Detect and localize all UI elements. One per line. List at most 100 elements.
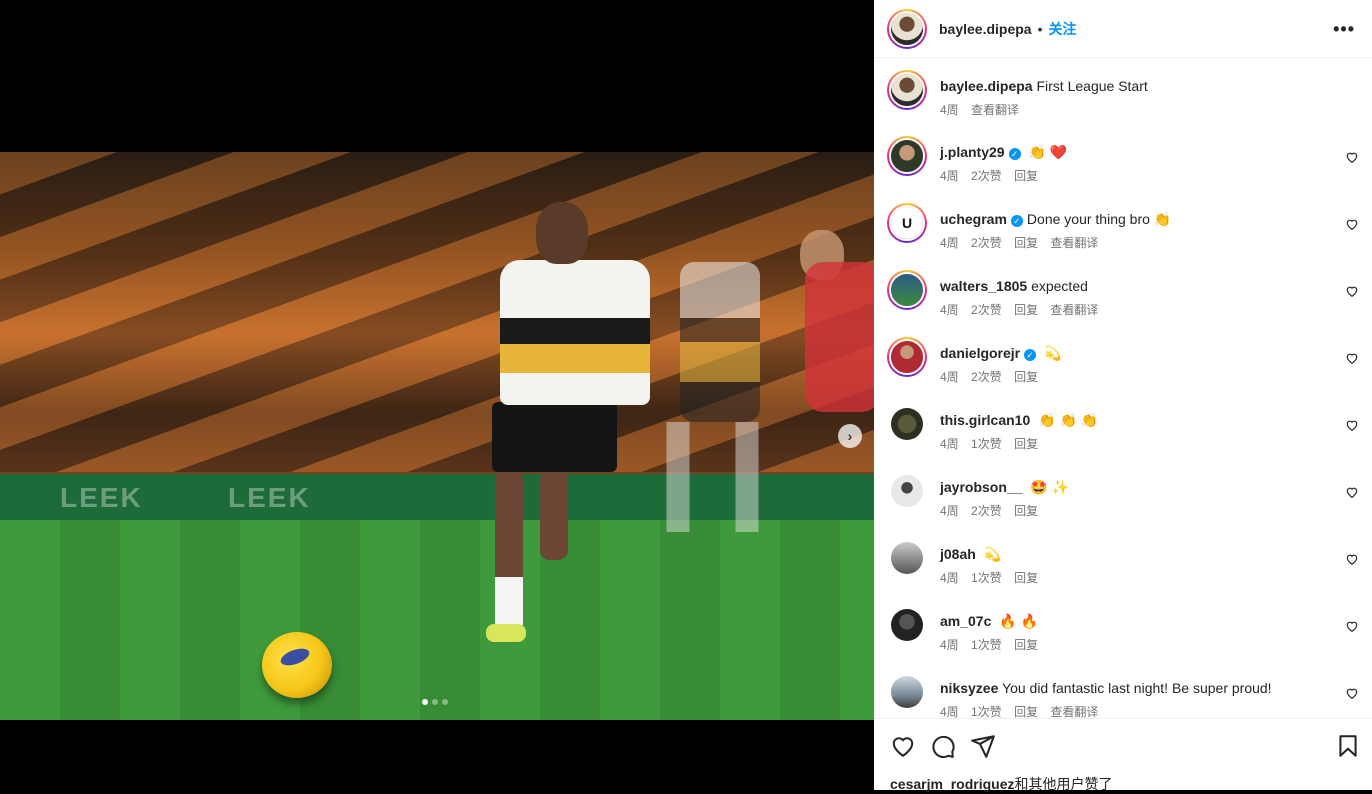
- avatar[interactable]: [887, 136, 927, 176]
- comment-username[interactable]: this.girlcan10: [940, 412, 1030, 428]
- heart-icon[interactable]: [1345, 150, 1359, 164]
- translate-link[interactable]: 查看翻译: [1050, 705, 1098, 718]
- comment-meta: 4周 2次赞 回复: [940, 368, 1047, 385]
- comment-time[interactable]: 4周: [940, 303, 959, 317]
- comment-emoji: 🔥 🔥: [999, 613, 1039, 629]
- likes-count[interactable]: 2次赞: [971, 504, 1002, 518]
- carousel-dots: [422, 699, 448, 705]
- avatar[interactable]: U: [887, 203, 927, 243]
- comment-time[interactable]: 4周: [940, 504, 959, 518]
- comment-username[interactable]: danielgorejr: [940, 345, 1020, 361]
- author-avatar[interactable]: [887, 8, 927, 49]
- translate-link[interactable]: 查看翻译: [1050, 303, 1098, 317]
- comment-time[interactable]: 4周: [940, 370, 959, 384]
- avatar[interactable]: [887, 337, 927, 377]
- reply-button[interactable]: 回复: [1014, 236, 1038, 250]
- likes-count[interactable]: 2次赞: [971, 303, 1002, 317]
- player-head: [536, 202, 588, 264]
- carousel-dot[interactable]: [442, 699, 448, 705]
- post-header: baylee.dipepa • 关注 •••: [874, 0, 1372, 58]
- post-photo[interactable]: LEEK LEEK: [0, 152, 874, 720]
- avatar[interactable]: [891, 408, 923, 440]
- comment-time[interactable]: 4周: [940, 705, 959, 718]
- more-options-icon[interactable]: •••: [1333, 19, 1355, 40]
- comment-username[interactable]: j08ah: [940, 546, 976, 562]
- avatar[interactable]: [891, 542, 923, 574]
- heart-icon[interactable]: [1345, 351, 1359, 365]
- share-icon[interactable]: [970, 733, 996, 759]
- comment-time[interactable]: 4周: [940, 571, 959, 585]
- heart-icon[interactable]: [1345, 418, 1359, 432]
- reply-button[interactable]: 回复: [1014, 571, 1038, 585]
- reply-button[interactable]: 回复: [1014, 370, 1038, 384]
- player-leg: [540, 470, 568, 560]
- heart-icon[interactable]: [1345, 552, 1359, 566]
- comment-time[interactable]: 4周: [940, 437, 959, 451]
- reply-button[interactable]: 回复: [1014, 303, 1038, 317]
- comment-item: j.planty29 ✓ 👏 ❤️ 4周 2次赞 回复: [887, 124, 1359, 184]
- verified-badge-icon: ✓: [1024, 349, 1037, 361]
- comment-emoji: 🤩 ✨: [1030, 479, 1070, 495]
- comment-line: j08ah 💫: [940, 546, 1001, 563]
- heart-icon[interactable]: [1345, 619, 1359, 633]
- comment-username[interactable]: uchegram: [940, 211, 1007, 227]
- comment-line: danielgorejr ✓ 💫: [940, 345, 1062, 362]
- comment-item: j08ah 💫 4周 1次赞 回复: [887, 526, 1359, 586]
- comment-username[interactable]: baylee.dipepa: [940, 78, 1033, 94]
- reply-button[interactable]: 回复: [1014, 437, 1038, 451]
- carousel-dot[interactable]: [422, 699, 428, 705]
- heart-icon[interactable]: [1345, 485, 1359, 499]
- comment-line: jayrobson__ 🤩 ✨: [940, 479, 1069, 496]
- next-slide-button[interactable]: ›: [838, 424, 862, 448]
- likes-count[interactable]: 1次赞: [971, 705, 1002, 718]
- heart-icon[interactable]: [1345, 217, 1359, 231]
- likes-count[interactable]: 1次赞: [971, 437, 1002, 451]
- caption-text: First League Start: [1036, 78, 1148, 94]
- avatar[interactable]: [891, 609, 923, 641]
- banner-text: LEEK: [60, 482, 143, 513]
- heart-icon[interactable]: [1345, 284, 1359, 298]
- save-bookmark-icon[interactable]: [1335, 733, 1361, 759]
- comment-username[interactable]: jayrobson__: [940, 479, 1022, 495]
- comment-meta: 4周 查看翻译: [940, 101, 1028, 118]
- action-bar: cesarjm_rodriguez和其他用户赞了: [874, 718, 1372, 792]
- background-player: [680, 262, 760, 422]
- avatar[interactable]: [887, 270, 927, 310]
- like-heart-icon[interactable]: [890, 733, 916, 759]
- translate-link[interactable]: 查看翻译: [1050, 236, 1098, 250]
- comment-username[interactable]: niksyzee: [940, 680, 998, 696]
- comment-username[interactable]: j.planty29: [940, 144, 1005, 160]
- reply-button[interactable]: 回复: [1014, 169, 1038, 183]
- comments-list[interactable]: baylee.dipepa First League Start 4周 查看翻译…: [874, 58, 1372, 718]
- comment-time[interactable]: 4周: [940, 103, 959, 117]
- comment-time[interactable]: 4周: [940, 169, 959, 183]
- opponent-player: [805, 262, 874, 412]
- carousel-dot[interactable]: [432, 699, 438, 705]
- comment-time[interactable]: 4周: [940, 638, 959, 652]
- comment-meta: 4周 1次赞 回复: [940, 636, 1047, 653]
- reply-button[interactable]: 回复: [1014, 504, 1038, 518]
- reply-button[interactable]: 回复: [1014, 705, 1038, 718]
- translate-link[interactable]: 查看翻译: [971, 103, 1019, 117]
- likes-count[interactable]: 2次赞: [971, 169, 1002, 183]
- comment-username[interactable]: am_07c: [940, 613, 991, 629]
- likes-count[interactable]: 2次赞: [971, 236, 1002, 250]
- likes-count[interactable]: 2次赞: [971, 370, 1002, 384]
- comment-meta: 4周 2次赞 回复: [940, 502, 1047, 519]
- follow-button[interactable]: 关注: [1049, 19, 1077, 39]
- likes-count[interactable]: 1次赞: [971, 638, 1002, 652]
- caption-line: baylee.dipepa First League Start: [940, 78, 1148, 94]
- avatar[interactable]: [891, 475, 923, 507]
- player-shorts: [492, 402, 617, 472]
- comment-username[interactable]: walters_1805: [940, 278, 1027, 294]
- likes-count[interactable]: 1次赞: [971, 571, 1002, 585]
- comment-text: expected: [1031, 278, 1088, 294]
- comment-time[interactable]: 4周: [940, 236, 959, 250]
- author-username[interactable]: baylee.dipepa: [939, 21, 1032, 37]
- avatar[interactable]: [887, 70, 927, 110]
- reply-button[interactable]: 回复: [1014, 638, 1038, 652]
- comment-icon[interactable]: [930, 733, 956, 759]
- heart-icon[interactable]: [1345, 686, 1359, 700]
- avatar[interactable]: [891, 676, 923, 708]
- verified-badge-icon: ✓: [1010, 215, 1023, 227]
